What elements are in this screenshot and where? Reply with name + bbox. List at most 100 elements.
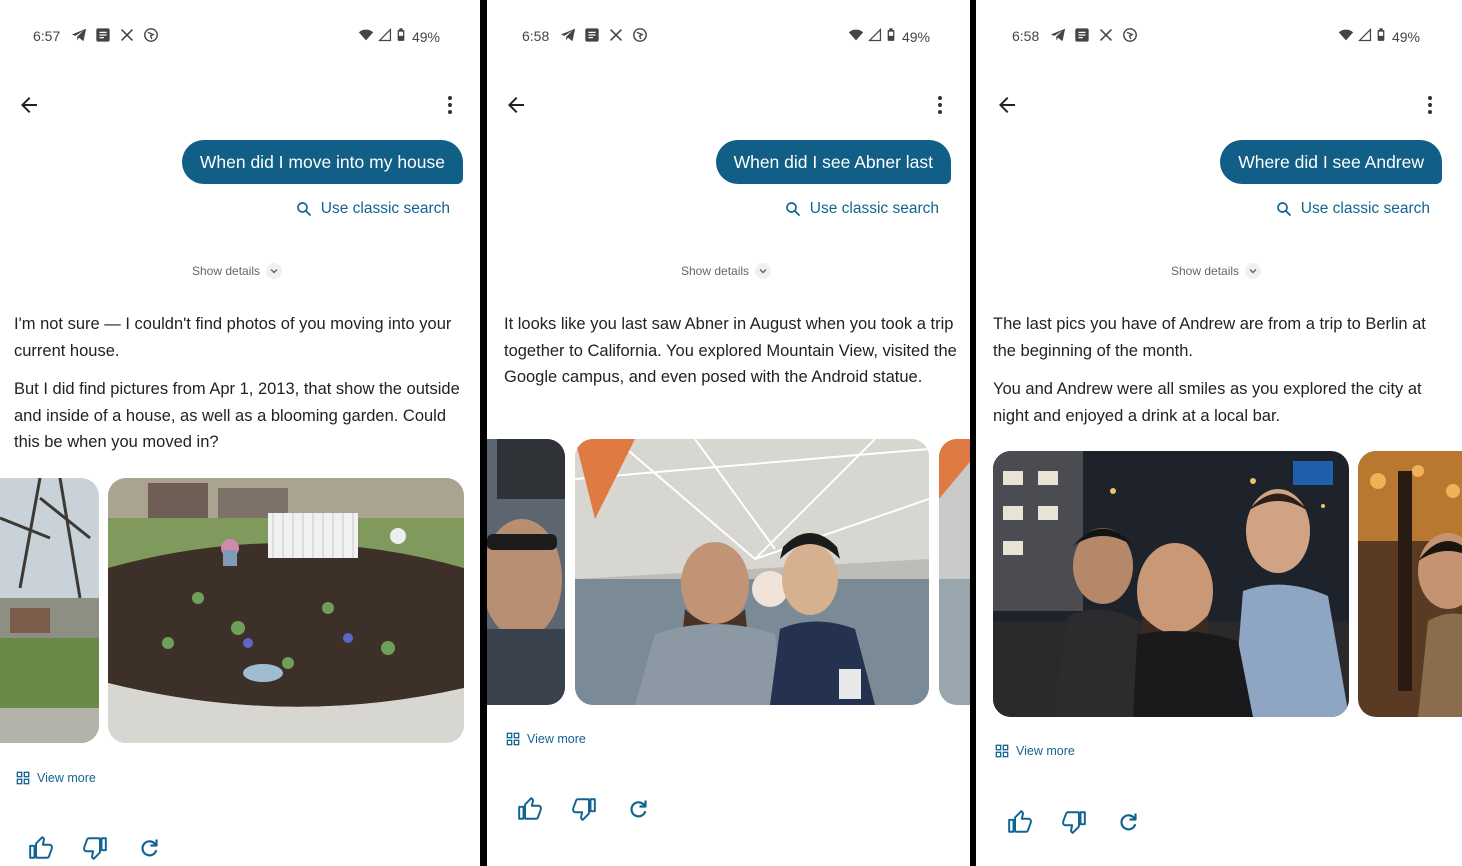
battery-icon bbox=[396, 27, 406, 46]
answer-text: The last pics you have of Andrew are fro… bbox=[993, 311, 1448, 429]
query-bubble: Where did I see Andrew bbox=[1220, 140, 1442, 184]
thumbs-down-icon bbox=[571, 796, 597, 822]
grid-icon bbox=[506, 732, 520, 746]
search-icon bbox=[784, 200, 802, 218]
podcast-icon bbox=[142, 26, 160, 44]
query-bubble: When did I move into my house bbox=[181, 140, 463, 184]
photo-selfie-partial[interactable] bbox=[487, 439, 565, 705]
answer-paragraph: But I did find pictures from Apr 1, 2013… bbox=[14, 380, 460, 451]
regenerate-button[interactable] bbox=[1115, 809, 1141, 835]
back-arrow-icon bbox=[995, 93, 1019, 117]
telegram-icon bbox=[559, 26, 577, 44]
chevron-down-icon bbox=[266, 263, 283, 279]
answer-text: It looks like you last saw Abner in Augu… bbox=[504, 311, 959, 391]
thumbs-up-button[interactable] bbox=[28, 835, 54, 861]
thumbs-up-icon bbox=[1007, 809, 1033, 835]
classic-search-label: Use classic search bbox=[1300, 200, 1430, 217]
thumbs-down-button[interactable] bbox=[571, 796, 597, 822]
refresh-icon bbox=[626, 797, 650, 821]
telegram-icon bbox=[1049, 26, 1067, 44]
message-icon bbox=[583, 26, 601, 44]
grid-icon bbox=[995, 744, 1009, 758]
back-button[interactable] bbox=[16, 92, 42, 118]
status-bar: 6:57 49% bbox=[0, 24, 480, 48]
status-bar: 6:58 49% bbox=[976, 24, 1462, 48]
search-icon bbox=[1275, 200, 1293, 218]
conversation-panel-1: 6:57 49% When did I move into my house U… bbox=[0, 0, 480, 866]
refresh-icon bbox=[1116, 810, 1140, 834]
show-details-toggle[interactable]: Show details bbox=[681, 263, 772, 279]
more-options-button[interactable] bbox=[440, 92, 460, 118]
status-time: 6:58 bbox=[1012, 28, 1040, 44]
view-more-link[interactable]: View more bbox=[995, 744, 1075, 758]
regenerate-button[interactable] bbox=[136, 835, 162, 861]
wifi-icon bbox=[1338, 27, 1354, 46]
show-details-label: Show details bbox=[1171, 264, 1240, 278]
feedback-row bbox=[28, 835, 162, 861]
status-time: 6:57 bbox=[33, 28, 61, 44]
feedback-row bbox=[517, 796, 651, 822]
podcast-icon bbox=[631, 26, 649, 44]
signal-icon bbox=[868, 28, 882, 45]
signal-icon bbox=[378, 28, 392, 45]
thumbs-down-icon bbox=[82, 835, 108, 861]
show-details-label: Show details bbox=[192, 264, 261, 278]
chevron-down-icon bbox=[1245, 263, 1262, 279]
signal-icon bbox=[1358, 28, 1372, 45]
regenerate-button[interactable] bbox=[625, 796, 651, 822]
classic-search-link[interactable]: Use classic search bbox=[1275, 200, 1430, 218]
status-time: 6:58 bbox=[522, 28, 550, 44]
view-more-label: View more bbox=[37, 771, 96, 785]
thumbs-up-button[interactable] bbox=[1007, 809, 1033, 835]
show-details-toggle[interactable]: Show details bbox=[1171, 263, 1262, 279]
x-icon bbox=[1097, 26, 1115, 44]
status-bar: 6:58 49% bbox=[487, 24, 970, 48]
telegram-icon bbox=[70, 26, 88, 44]
search-icon bbox=[295, 200, 313, 218]
answer-paragraph: You and Andrew were all smiles as you ex… bbox=[993, 380, 1422, 425]
classic-search-label: Use classic search bbox=[809, 200, 939, 217]
view-more-link[interactable]: View more bbox=[16, 771, 96, 785]
more-vert-icon bbox=[448, 96, 452, 100]
view-more-label: View more bbox=[1016, 744, 1075, 758]
classic-search-link[interactable]: Use classic search bbox=[784, 200, 939, 218]
back-arrow-icon bbox=[504, 93, 528, 117]
answer-paragraph: It looks like you last saw Abner in Augu… bbox=[504, 315, 957, 386]
thumbs-down-icon bbox=[1061, 809, 1087, 835]
more-vert-icon bbox=[1428, 96, 1432, 100]
classic-search-label: Use classic search bbox=[320, 200, 450, 217]
chevron-down-icon bbox=[755, 263, 772, 279]
classic-search-link[interactable]: Use classic search bbox=[295, 200, 450, 218]
feedback-row bbox=[1007, 809, 1141, 835]
view-more-link[interactable]: View more bbox=[506, 732, 586, 746]
back-button[interactable] bbox=[503, 92, 529, 118]
message-icon bbox=[1073, 26, 1091, 44]
thumbs-up-icon bbox=[517, 796, 543, 822]
more-options-button[interactable] bbox=[1420, 92, 1440, 118]
back-arrow-icon bbox=[17, 93, 41, 117]
conversation-panel-3: 6:58 49% Where did I see Andrew Use clas… bbox=[976, 0, 1462, 866]
thumbs-down-button[interactable] bbox=[82, 835, 108, 861]
photo-berlin-night-selfie[interactable] bbox=[993, 451, 1349, 717]
battery-percent: 49% bbox=[901, 28, 930, 45]
thumbs-down-button[interactable] bbox=[1061, 809, 1087, 835]
photo-partial-next[interactable] bbox=[939, 439, 970, 705]
x-icon bbox=[607, 26, 625, 44]
more-options-button[interactable] bbox=[930, 92, 950, 118]
battery-percent: 49% bbox=[411, 28, 440, 45]
photo-tree-house[interactable] bbox=[0, 478, 99, 743]
photo-garden[interactable] bbox=[108, 478, 464, 743]
thumbs-up-button[interactable] bbox=[517, 796, 543, 822]
x-icon bbox=[118, 26, 136, 44]
answer-paragraph: I'm not sure — I couldn't find photos of… bbox=[14, 315, 452, 360]
wifi-icon bbox=[848, 27, 864, 46]
conversation-panel-2: 6:58 49% When did I see Abner last Use c… bbox=[487, 0, 970, 866]
refresh-icon bbox=[137, 836, 161, 860]
back-button[interactable] bbox=[994, 92, 1020, 118]
more-vert-icon bbox=[938, 96, 942, 100]
show-details-label: Show details bbox=[681, 264, 750, 278]
answer-paragraph: The last pics you have of Andrew are fro… bbox=[993, 315, 1426, 360]
photo-google-campus[interactable] bbox=[575, 439, 929, 705]
photo-local-bar[interactable] bbox=[1358, 451, 1462, 717]
show-details-toggle[interactable]: Show details bbox=[192, 263, 283, 279]
